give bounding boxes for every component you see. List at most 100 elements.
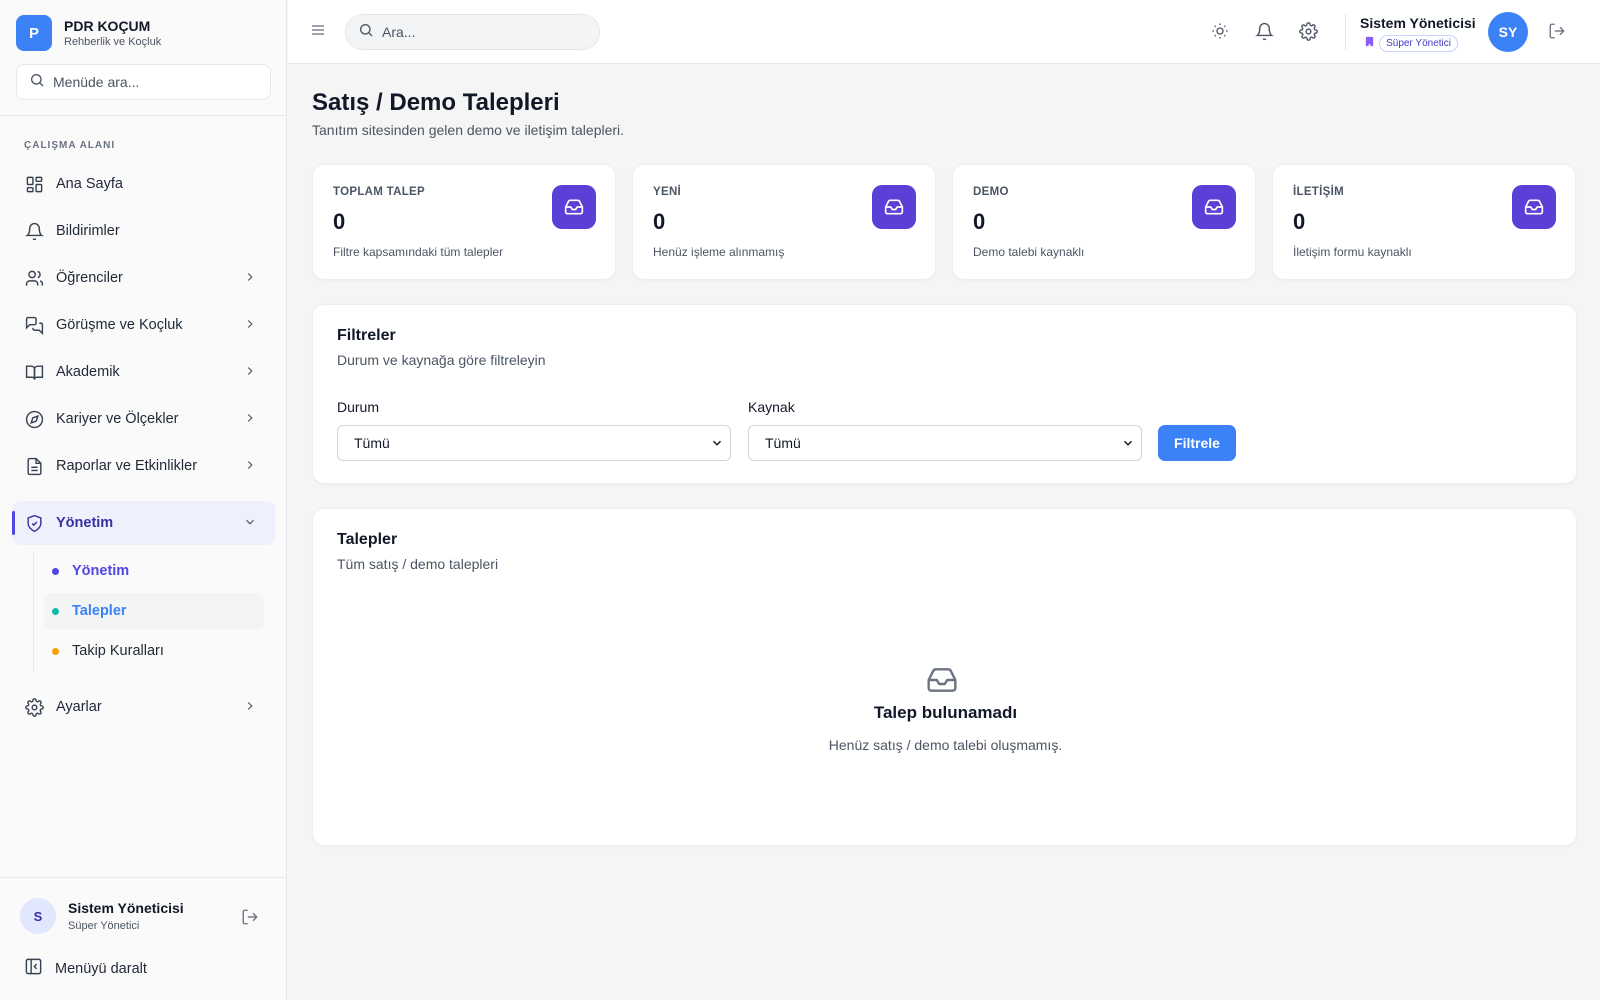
avatar: S <box>20 898 56 934</box>
source-label: Kaynak <box>748 399 795 415</box>
sidebar-item-label: Kariyer ve Ölçekler <box>56 411 179 427</box>
sidebar-item-label: Raporlar ve Etkinlikler <box>56 458 198 474</box>
submenu-item-label: Takip Kuralları <box>72 643 164 659</box>
search-icon <box>29 72 45 93</box>
stat-description: İletişim formu kaynaklı <box>1293 245 1412 259</box>
submenu-item-talepler[interactable]: Talepler <box>44 593 264 629</box>
sidebar-item-label: Bildirimler <box>56 223 120 239</box>
compass-icon <box>24 409 44 429</box>
brand-logo: P <box>16 15 52 51</box>
status-dot <box>52 607 59 615</box>
stat-description: Demo talebi kaynaklı <box>973 245 1085 259</box>
sidebar: P PDR KOÇUM Rehberlik ve Koçluk ÇALIŞMA … <box>0 0 287 1000</box>
sidebar-item-label: Görüşme ve Koçluk <box>56 317 183 333</box>
inbox-icon <box>1192 185 1236 229</box>
chevron-right-icon <box>243 411 257 430</box>
chevron-right-icon <box>243 270 257 289</box>
stat-card-total: TOPLAM TALEP 0 Filtre kapsamındaki tüm t… <box>312 164 616 280</box>
card-subtitle: Durum ve kaynağa göre filtreleyin <box>337 352 546 368</box>
card-title: Talepler <box>337 531 398 548</box>
sidebar-item-akademik[interactable]: Akademik <box>12 350 275 394</box>
user-name: Sistem Yöneticisi <box>1360 15 1476 31</box>
search-icon <box>358 22 374 43</box>
user-role: Süper Yönetici <box>68 920 140 932</box>
status-dot <box>52 567 59 575</box>
submenu-item-label: Yönetim <box>72 563 130 579</box>
select-value: Tümü <box>765 435 801 451</box>
sidebar-item-ayarlar[interactable]: Ayarlar <box>12 685 275 729</box>
filters-card: Filtreler Durum ve kaynağa göre filtrele… <box>312 304 1577 484</box>
submenu-item-yonetim[interactable]: Yönetim <box>44 553 264 589</box>
header-user[interactable]: Sistem Yöneticisi Süper Yönetici <box>1360 14 1476 52</box>
collapse-menu-label: Menüyü daralt <box>55 961 147 977</box>
stat-value: 0 <box>333 209 346 234</box>
stat-label: DEMO <box>973 186 1009 198</box>
divider <box>0 877 287 878</box>
page-subtitle: Tanıtım sitesinden gelen demo ve iletişi… <box>312 122 625 138</box>
stat-label: İLETİŞİM <box>1293 186 1344 198</box>
gear-icon <box>24 697 44 717</box>
book-icon <box>24 362 44 382</box>
status-dot <box>52 647 59 655</box>
requests-card: Talepler Tüm satış / demo talepleri Tale… <box>312 508 1577 846</box>
filter-button[interactable]: Filtrele <box>1158 425 1236 461</box>
card-title: Filtreler <box>337 327 396 344</box>
stat-description: Henüz işleme alınmamış <box>653 245 785 259</box>
building-icon <box>1364 34 1375 52</box>
bell-icon[interactable] <box>1255 22 1274 46</box>
page-title: Satış / Demo Talepleri <box>312 89 560 116</box>
stat-card-new: YENİ 0 Henüz işleme alınmamış <box>632 164 936 280</box>
brand-subtitle: Rehberlik ve Koçluk <box>64 36 162 48</box>
menu-search <box>16 64 271 100</box>
document-icon <box>24 456 44 476</box>
shield-icon <box>24 513 44 533</box>
avatar[interactable]: SY <box>1488 12 1528 52</box>
bell-icon <box>24 221 44 241</box>
chat-icon <box>24 315 44 335</box>
chevron-right-icon <box>243 458 257 477</box>
chevron-down-icon <box>710 436 724 453</box>
source-select[interactable]: Tümü <box>748 425 1142 461</box>
inbox-icon <box>872 185 916 229</box>
stat-value: 0 <box>973 209 986 234</box>
sidebar-item-bildirimler[interactable]: Bildirimler <box>12 209 275 253</box>
chevron-right-icon <box>243 699 257 718</box>
sidebar-item-kariyer-ve-olcekler[interactable]: Kariyer ve Ölçekler <box>12 397 275 441</box>
chevron-right-icon <box>243 364 257 383</box>
inbox-icon <box>926 664 958 701</box>
sidebar-item-gorusme-ve-kocluk[interactable]: Görüşme ve Koçluk <box>12 303 275 347</box>
gear-icon[interactable] <box>1299 22 1318 46</box>
empty-state-title: Talep bulunamadı <box>873 703 1018 722</box>
inbox-icon <box>1512 185 1556 229</box>
divider <box>0 115 287 116</box>
collapse-menu-button[interactable]: Menüyü daralt <box>24 957 147 981</box>
sidebar-item-raporlar-ve-etkinlikler[interactable]: Raporlar ve Etkinlikler <box>12 444 275 488</box>
menu-search-input[interactable] <box>53 74 253 90</box>
status-select[interactable]: Tümü <box>337 425 731 461</box>
submenu-item-takip-kurallari[interactable]: Takip Kuralları <box>44 633 264 669</box>
stat-label: YENİ <box>653 186 682 198</box>
section-label: ÇALIŞMA ALANI <box>24 140 116 151</box>
logout-icon[interactable] <box>241 908 259 931</box>
menu-icon[interactable] <box>310 22 326 43</box>
stat-card-demo: DEMO 0 Demo talebi kaynaklı <box>952 164 1256 280</box>
inbox-icon <box>552 185 596 229</box>
card-subtitle: Tüm satış / demo talepleri <box>337 556 499 572</box>
sidebar-item-yonetim[interactable]: Yönetim <box>12 501 275 545</box>
sidebar-item-ana-sayfa[interactable]: Ana Sayfa <box>12 162 275 206</box>
user-name: Sistem Yöneticisi <box>68 900 184 916</box>
divider <box>1345 14 1346 50</box>
sidebar-item-ogrenciler[interactable]: Öğrenciler <box>12 256 275 300</box>
global-search <box>345 14 600 50</box>
sidebar-collapse-icon <box>24 957 43 981</box>
sun-icon[interactable] <box>1211 22 1229 45</box>
stat-card-contact: İLETİŞİM 0 İletişim formu kaynaklı <box>1272 164 1576 280</box>
chevron-down-icon <box>1121 436 1135 453</box>
sidebar-user[interactable]: S Sistem Yöneticisi Süper Yönetici <box>20 898 184 934</box>
logout-icon[interactable] <box>1548 22 1566 45</box>
global-search-input[interactable] <box>382 24 582 40</box>
sidebar-item-label: Yönetim <box>56 515 114 531</box>
submenu-line <box>33 553 34 673</box>
stat-value: 0 <box>653 209 666 234</box>
brand[interactable]: P PDR KOÇUM Rehberlik ve Koçluk <box>16 15 161 51</box>
